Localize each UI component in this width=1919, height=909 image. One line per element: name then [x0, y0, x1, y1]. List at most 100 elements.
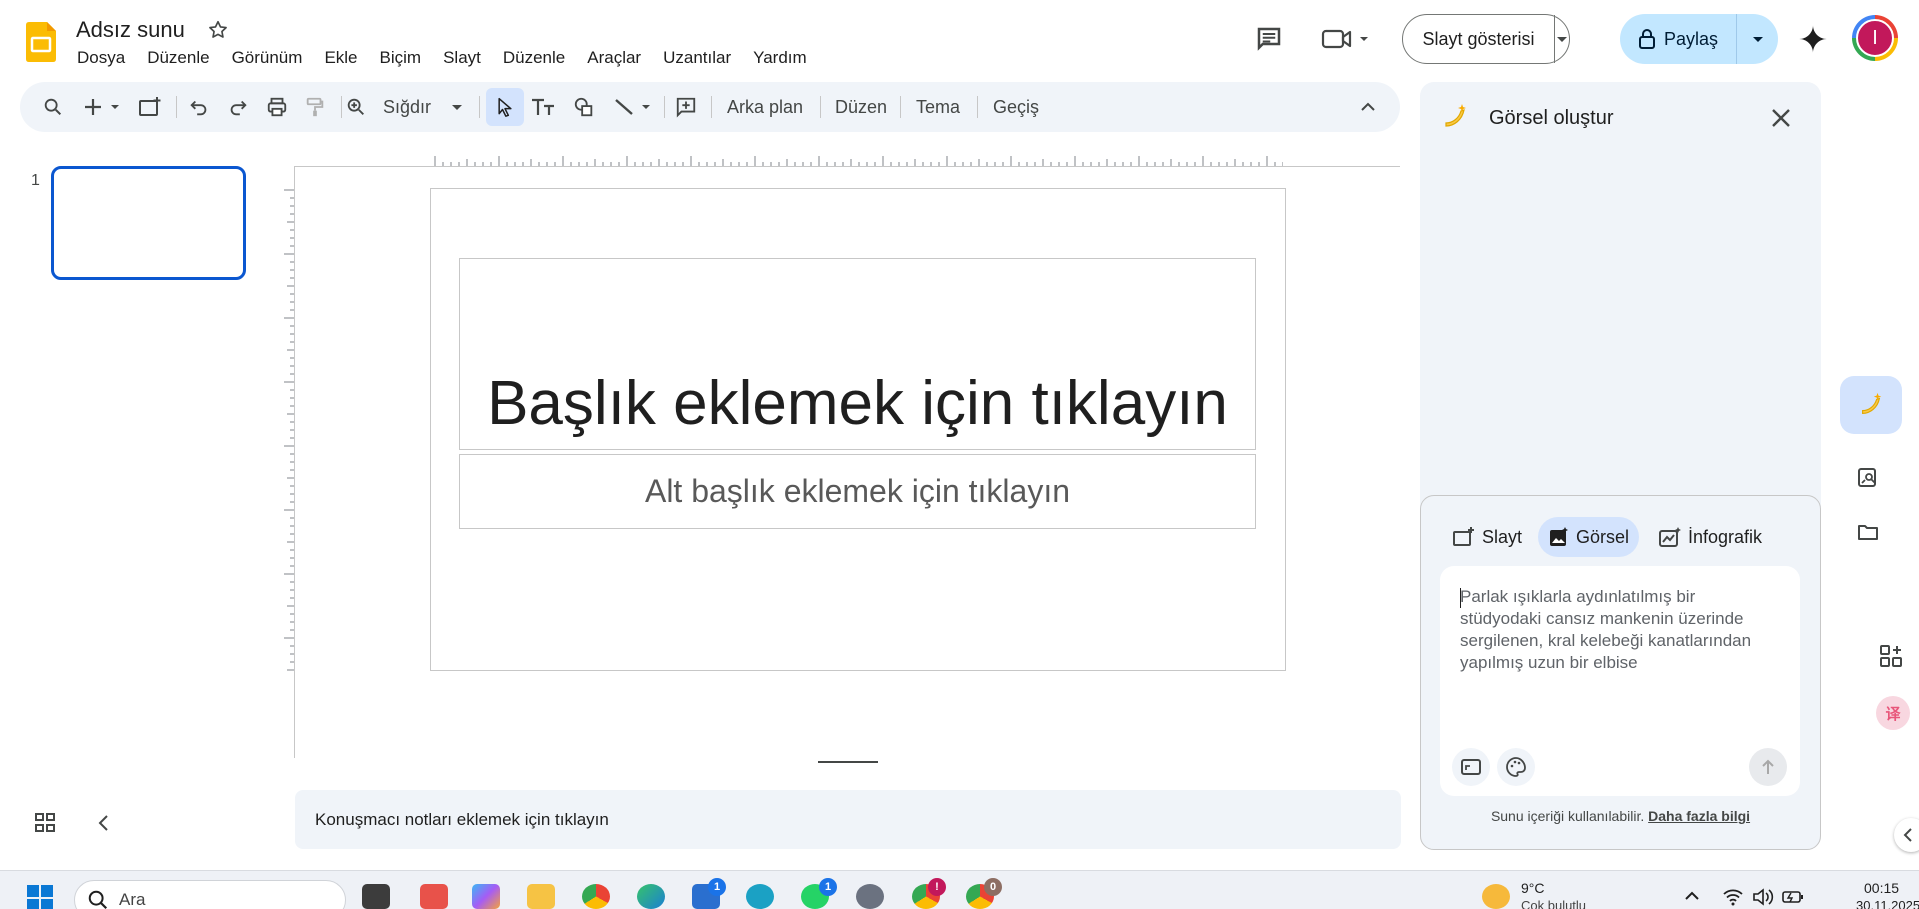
line-tool-icon[interactable] — [612, 82, 656, 132]
share-main[interactable]: Paylaş — [1620, 14, 1737, 64]
slides-logo[interactable] — [26, 22, 56, 62]
battery-icon[interactable] — [1782, 888, 1804, 906]
share-dropdown-icon[interactable] — [1737, 14, 1778, 64]
style-palette-icon[interactable] — [1497, 748, 1535, 786]
insert-slide-layout-icon[interactable] — [138, 82, 162, 132]
clock-time[interactable]: 00:15 — [1864, 880, 1899, 896]
add-comment-icon[interactable] — [674, 82, 698, 132]
transition-button[interactable]: Geçiş — [993, 82, 1039, 132]
rail-translate-icon[interactable]: 译 — [1876, 696, 1910, 730]
subtitle-placeholder-box[interactable]: Alt başlık eklemek için tıklayın — [459, 454, 1256, 529]
tab-image[interactable]: Görsel — [1538, 517, 1640, 557]
tab-infographic[interactable]: İnfografik — [1648, 517, 1772, 557]
edge-icon[interactable] — [637, 884, 665, 909]
comments-icon[interactable] — [1254, 24, 1284, 54]
meet-video-icon[interactable] — [1320, 24, 1372, 54]
copilot-icon[interactable] — [472, 884, 500, 909]
weather-icon[interactable] — [1482, 884, 1510, 909]
background-button[interactable]: Arka plan — [727, 82, 803, 132]
file-explorer-icon[interactable] — [527, 884, 555, 909]
learn-more-link[interactable]: Daha fazla bilgi — [1648, 808, 1750, 824]
menu-extensions[interactable]: Uzantılar — [652, 47, 742, 69]
slide-number: 1 — [31, 172, 40, 189]
app-icon[interactable] — [746, 884, 774, 909]
settings-icon[interactable] — [856, 884, 884, 909]
chrome-icon[interactable] — [582, 884, 610, 909]
speaker-notes[interactable]: Konuşmacı notları eklemek için tıklayın — [295, 790, 1401, 849]
slideshow-button[interactable]: Slayt gösterisi — [1402, 14, 1570, 64]
search-menus-icon[interactable] — [42, 82, 64, 132]
search-icon — [87, 889, 109, 909]
weather-temperature: 9°C — [1521, 880, 1545, 896]
rail-generate-image-icon[interactable] — [1840, 376, 1902, 434]
document-title[interactable]: Adsız sunu — [76, 17, 185, 43]
volume-icon[interactable] — [1752, 888, 1774, 906]
zoom-icon[interactable] — [345, 82, 367, 132]
rail-folder-icon[interactable] — [1856, 520, 1880, 544]
gemini-sparkle-icon[interactable] — [1798, 24, 1828, 54]
taskview-icon[interactable] — [362, 884, 390, 909]
share-button[interactable]: Paylaş — [1620, 14, 1778, 64]
zoom-dropdown-icon[interactable] — [450, 82, 464, 132]
menu-edit[interactable]: Düzenle — [136, 47, 220, 69]
text-box-icon[interactable] — [530, 82, 556, 132]
prompt-placeholder: Parlak ışıklarla aydınlatılmış bir stüdy… — [1460, 587, 1752, 672]
subtitle-placeholder-text: Alt başlık eklemek için tıklayın — [644, 473, 1071, 509]
menu-file[interactable]: Dosya — [66, 47, 136, 69]
toolbar: Sığdır Arka plan Düzen Tema Geçiş — [20, 82, 1400, 132]
clock-date[interactable]: 30.11.2025 — [1856, 898, 1919, 909]
tray-chevron-up-icon[interactable] — [1684, 890, 1700, 902]
rail-image-search-icon[interactable] — [1856, 466, 1880, 490]
menu-tools[interactable]: Araçlar — [576, 47, 652, 69]
paint-format-icon[interactable] — [304, 82, 326, 132]
grid-view-icon[interactable] — [34, 812, 56, 834]
menu-bar: Dosya Düzenle Görünüm Ekle Biçim Slayt D… — [66, 47, 818, 69]
select-cursor-icon[interactable] — [486, 88, 524, 126]
title-placeholder-box[interactable]: Başlık eklemek için tıklayın — [459, 258, 1256, 450]
account-avatar[interactable]: I — [1852, 15, 1898, 61]
avatar-initial: I — [1856, 19, 1894, 57]
rail-apps-icon[interactable] — [1878, 643, 1904, 669]
new-slide-icon[interactable] — [84, 82, 124, 132]
text-cursor — [1460, 588, 1461, 608]
menu-slide[interactable]: Slayt — [432, 47, 492, 69]
taskbar-search-placeholder: Ara — [119, 890, 146, 909]
theme-button[interactable]: Tema — [916, 82, 960, 132]
rail-expand-icon[interactable] — [1894, 818, 1919, 852]
horizontal-ruler[interactable] — [433, 152, 1283, 166]
snipping-tool-icon[interactable] — [420, 884, 448, 909]
menu-arrange[interactable]: Düzenle — [492, 47, 576, 69]
panel-title: Görsel oluştur — [1489, 107, 1614, 129]
wifi-icon[interactable] — [1722, 888, 1744, 906]
share-label: Paylaş — [1663, 28, 1719, 49]
image-spark-icon — [1548, 526, 1570, 548]
taskbar-search[interactable]: Ara — [74, 880, 346, 909]
menu-view[interactable]: Görünüm — [221, 47, 314, 69]
send-arrow-icon[interactable] — [1749, 748, 1787, 786]
menu-help[interactable]: Yardım — [742, 47, 818, 69]
slideshow-dropdown-icon[interactable] — [1555, 15, 1569, 63]
title-placeholder-text: Başlık eklemek için tıklayın — [487, 369, 1228, 438]
menu-format[interactable]: Biçim — [369, 47, 433, 69]
notes-resize-handle[interactable] — [818, 761, 878, 763]
aspect-ratio-icon[interactable] — [1452, 748, 1490, 786]
zoom-select[interactable]: Sığdır — [383, 82, 431, 132]
menu-insert[interactable]: Ekle — [313, 47, 368, 69]
slideshow-label[interactable]: Slayt gösterisi — [1403, 15, 1555, 63]
layout-button[interactable]: Düzen — [835, 82, 887, 132]
footer-text: Sunu içeriği kullanılabilir. — [1490, 808, 1645, 824]
vertical-ruler[interactable] — [282, 188, 294, 672]
star-icon[interactable] — [207, 19, 229, 41]
redo-icon[interactable] — [227, 82, 249, 132]
undo-icon[interactable] — [188, 82, 210, 132]
close-icon[interactable] — [1770, 107, 1792, 129]
print-icon[interactable] — [265, 82, 289, 132]
slide-thumbnail[interactable] — [51, 166, 246, 280]
tab-slide[interactable]: Slayt — [1442, 517, 1532, 557]
shape-icon[interactable] — [572, 82, 596, 132]
tab-infographic-label: İnfografik — [1688, 526, 1763, 547]
collapse-filmstrip-icon[interactable] — [96, 812, 112, 834]
collapse-toolbar-icon[interactable] — [1360, 82, 1376, 132]
windows-start-icon[interactable] — [26, 884, 54, 909]
add-slide-icon — [1452, 526, 1476, 548]
